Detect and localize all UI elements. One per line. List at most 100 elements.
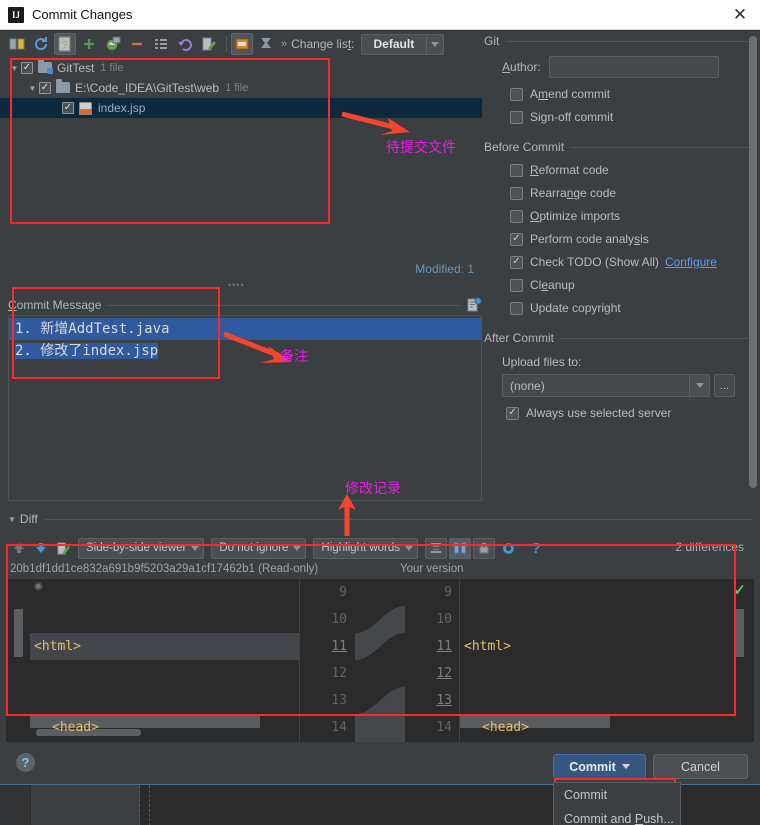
splitter-handle[interactable]: ••••: [228, 281, 254, 290]
optimize-imports-row[interactable]: Optimize imports: [510, 209, 750, 223]
cancel-button[interactable]: Cancel: [653, 754, 748, 779]
title-bar: IJ Commit Changes ✕: [0, 0, 760, 30]
update-copyright-checkbox[interactable]: [510, 301, 523, 315]
signoff-commit-row[interactable]: Sign-off commit: [510, 110, 750, 124]
diff-right-lineno: 13: [436, 693, 452, 708]
diff-viewer[interactable]: ◉ ✓ <html> <head> <title>$Title$</title>…: [6, 579, 754, 742]
check-todo-checkbox[interactable]: ✓: [510, 255, 523, 269]
add-icon[interactable]: [78, 33, 100, 55]
git-section-title: Git: [484, 34, 500, 48]
commit-message-line-1: 1. 新增AddTest.java: [15, 321, 170, 337]
revert-icon[interactable]: [174, 33, 196, 55]
diff-left-pane[interactable]: <html> <head> <title>$Title$</title> 修改i…: [30, 579, 300, 742]
unversioned-files-icon[interactable]: ?: [54, 33, 76, 55]
app-logo-icon: IJ: [8, 6, 24, 23]
split-view-icon[interactable]: [449, 537, 472, 559]
upload-server-browse-button[interactable]: ...: [714, 374, 735, 397]
close-icon[interactable]: ✕: [730, 5, 750, 25]
upload-server-combo[interactable]: (none): [502, 374, 710, 397]
update-copyright-row[interactable]: Update copyright: [510, 301, 750, 315]
commit-changes-dialog: IJ Commit Changes ✕ ? » Change list: Def…: [0, 0, 760, 825]
message-history-icon[interactable]: [466, 297, 482, 313]
edit-source-icon[interactable]: [198, 33, 220, 55]
tree-row-checkbox[interactable]: ✓: [39, 82, 51, 94]
scrollbar-thumb[interactable]: [749, 36, 757, 488]
help-icon[interactable]: ?: [525, 537, 547, 559]
annotation-pending-files: 待提交文件: [386, 140, 456, 156]
diff-right-gutter: 9 10 11 12 13 14: [405, 579, 460, 742]
help-icon[interactable]: ?: [16, 753, 35, 772]
chevron-down-icon[interactable]: ▼: [8, 515, 16, 524]
amend-commit-row[interactable]: Amend commit: [510, 87, 750, 101]
tree-row-checkbox[interactable]: ✓: [62, 102, 74, 114]
upload-server-row: (none) ...: [502, 374, 750, 397]
check-todo-row[interactable]: ✓ Check TODO (Show All) Configure: [510, 255, 750, 269]
signoff-commit-checkbox[interactable]: [510, 110, 523, 124]
diff-connector-curves: [355, 606, 405, 742]
move-to-changelist-icon[interactable]: [102, 33, 124, 55]
collapse-all-icon[interactable]: [255, 33, 277, 55]
rearrange-code-checkbox[interactable]: [510, 186, 523, 200]
signoff-commit-label: Sign-off commit: [530, 110, 614, 124]
always-use-server-label: Always use selected server: [526, 406, 672, 420]
tree-row-checkbox[interactable]: ✓: [21, 62, 33, 74]
tree-row[interactable]: ▼ ✓ GitTest 1 file: [0, 58, 482, 78]
group-by-icon[interactable]: [150, 33, 172, 55]
collapse-unchanged-icon[interactable]: [425, 537, 448, 559]
remove-icon[interactable]: [126, 33, 148, 55]
toolbar-overflow-icon[interactable]: »: [281, 38, 287, 50]
highlight-mode-combo[interactable]: Highlight words: [313, 537, 419, 559]
cleanup-row[interactable]: Cleanup: [510, 278, 750, 292]
chevron-down-icon[interactable]: ▼: [26, 84, 39, 93]
git-panel-scrollbar[interactable]: [748, 34, 758, 504]
diff-right-line-1: <html>: [464, 639, 511, 654]
commit-dropdown-menu[interactable]: Commit Commit and Push... Create Patch..…: [553, 782, 681, 825]
configure-todo-link[interactable]: Configure: [665, 255, 717, 269]
diff-right-scrollbar-thumb[interactable]: [735, 609, 744, 657]
rearrange-code-row[interactable]: Rearrange code: [510, 186, 750, 200]
divider: [44, 518, 752, 520]
author-field[interactable]: [548, 56, 719, 78]
expand-all-icon[interactable]: [231, 33, 253, 55]
perform-code-analysis-checkbox[interactable]: ✓: [510, 232, 523, 246]
diff-section-header: ▼ Diff: [8, 511, 752, 527]
tree-row[interactable]: ▼ ✓ E:\Code_IDEA\GitTest\web 1 file: [0, 78, 482, 98]
upload-files-label: Upload files to:: [502, 355, 582, 369]
chevron-down-icon[interactable]: ▼: [8, 64, 21, 73]
gear-icon[interactable]: [497, 537, 519, 559]
show-diff-icon[interactable]: [6, 33, 28, 55]
amend-commit-label: Amend commit: [530, 87, 611, 101]
amend-commit-checkbox[interactable]: [510, 87, 523, 101]
changed-files-tree[interactable]: ▼ ✓ GitTest 1 file ▼ ✓ E:\Code_IDEA\GitT…: [0, 58, 482, 260]
chevron-down-icon[interactable]: [621, 764, 630, 769]
optimize-imports-checkbox[interactable]: [510, 209, 523, 223]
whitespace-mode-combo[interactable]: Do not ignore: [211, 537, 307, 559]
refresh-icon[interactable]: [30, 33, 52, 55]
reformat-code-row[interactable]: Reformat code: [510, 163, 750, 177]
author-label: Author:: [502, 60, 541, 74]
commit-button[interactable]: Commit: [553, 754, 646, 779]
cleanup-checkbox[interactable]: [510, 278, 523, 292]
chevron-down-icon[interactable]: [689, 375, 709, 396]
diff-left-lineno: 9: [339, 585, 347, 600]
diff-line: <html>: [460, 633, 736, 660]
viewer-mode-combo[interactable]: Side-by-side viewer: [78, 537, 205, 559]
arrow-up-icon[interactable]: [8, 537, 30, 559]
arrow-down-icon[interactable]: [30, 537, 52, 559]
before-commit-title: Before Commit: [484, 140, 565, 154]
changelist-combo[interactable]: Default: [360, 33, 445, 55]
chevron-down-icon[interactable]: [426, 34, 443, 54]
always-use-server-row[interactable]: ✓ Always use selected server: [506, 406, 750, 420]
menu-item-commit[interactable]: Commit: [554, 783, 680, 807]
lock-icon[interactable]: [473, 537, 496, 559]
diff-right-pane[interactable]: <html> <head> <title>$Title$</title> 修改i…: [460, 579, 736, 742]
diff-right-lineno: 14: [436, 720, 452, 735]
always-use-server-checkbox[interactable]: ✓: [506, 406, 519, 420]
perform-code-analysis-row[interactable]: ✓ Perform code analysis: [510, 232, 750, 246]
reformat-code-checkbox[interactable]: [510, 163, 523, 177]
edit-source-icon[interactable]: [52, 537, 74, 559]
diff-left-scrollbar-thumb[interactable]: [14, 609, 23, 657]
divider: [107, 304, 460, 306]
diff-left-line-1: <html>: [34, 639, 81, 654]
menu-item-commit-and-push[interactable]: Commit and Push...: [554, 807, 680, 825]
